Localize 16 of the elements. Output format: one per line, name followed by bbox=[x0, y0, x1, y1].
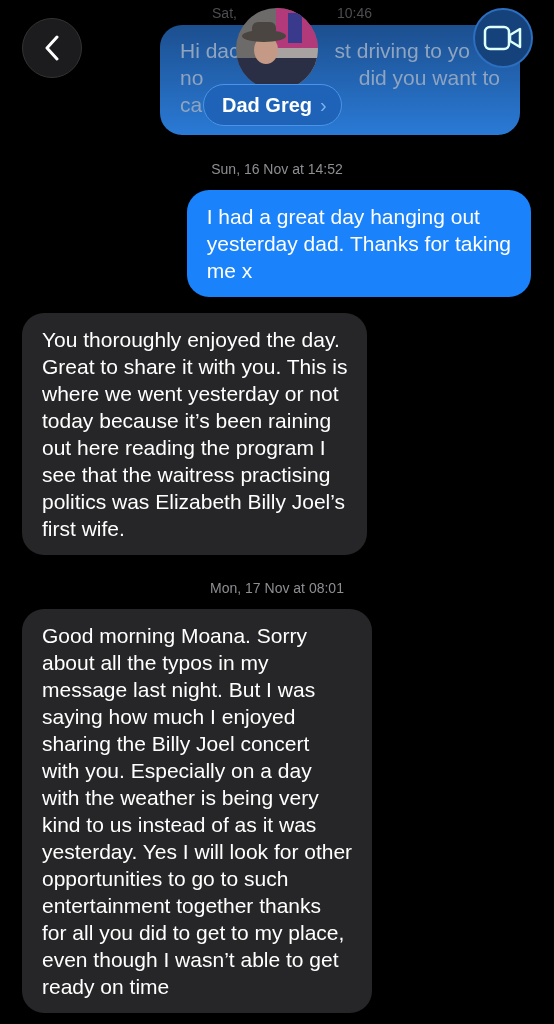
message-text: Good morning Moana. Sorry about all the typos in my message last night. But I was saying how much I enjoyed sharing the Billy Joel concert with you. Especially on a day with the weather is being very kind to us instead of as it was yesterday. Yes I will look for other opportunities to go to such entertainment together thanks for all you did to get to my place, even though I wasn’t able to get ready on time bbox=[42, 623, 353, 1000]
message-text: Hi dac bbox=[180, 38, 240, 63]
video-camera-icon bbox=[483, 25, 523, 51]
message-text: I had a great day hanging out yesterday dad. Thanks for taking me x bbox=[206, 204, 511, 284]
timestamp: Sat, bbox=[212, 5, 237, 21]
message-text: ca bbox=[180, 92, 203, 117]
timestamp: Mon, 17 Nov at 08:01 bbox=[210, 579, 344, 597]
timestamp: 10:46 bbox=[336, 5, 372, 21]
video-call-button[interactable] bbox=[473, 8, 533, 68]
timestamp: Sun, 16 Nov at 14:52 bbox=[211, 160, 343, 178]
back-icon bbox=[45, 35, 59, 61]
message-text: st driving to yo bbox=[334, 38, 470, 63]
message-text: did you want to bbox=[358, 65, 500, 90]
message-text: You thoroughly enjoyed the day. Great to share it with you. This is where we went yesterday or not today because it’s been raining out here reading the program I see that the waitress practising politics was Elizabeth Billy Joel’s first wife. bbox=[42, 327, 348, 542]
contact-name-button[interactable]: Dad Greg › bbox=[203, 84, 342, 126]
message-text: no bbox=[180, 65, 204, 90]
